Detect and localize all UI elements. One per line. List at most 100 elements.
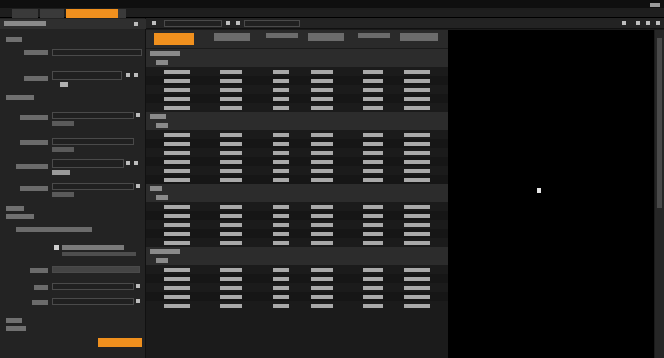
table-row[interactable] bbox=[146, 265, 448, 274]
field-2-input[interactable] bbox=[52, 71, 122, 80]
table-row[interactable] bbox=[146, 157, 448, 166]
table-cell bbox=[164, 142, 190, 146]
table-row[interactable] bbox=[146, 175, 448, 184]
field-6-input[interactable] bbox=[52, 183, 134, 190]
field-4-button[interactable] bbox=[52, 147, 74, 152]
table-row[interactable] bbox=[146, 148, 448, 157]
table-cell bbox=[164, 295, 190, 299]
calendar-icon[interactable] bbox=[136, 284, 140, 288]
table-row[interactable] bbox=[146, 238, 448, 247]
table-subgroup-row[interactable] bbox=[146, 256, 448, 265]
table-cell bbox=[273, 295, 289, 299]
toolbar-icon[interactable] bbox=[152, 21, 156, 25]
field-5-tag[interactable] bbox=[52, 170, 70, 175]
table-group-row[interactable] bbox=[146, 112, 448, 121]
main-toolbar bbox=[146, 18, 664, 29]
section-header-5[interactable] bbox=[6, 318, 22, 323]
field-2-icon[interactable] bbox=[126, 73, 130, 77]
field-3-button[interactable] bbox=[52, 121, 74, 126]
table-cell bbox=[164, 160, 190, 164]
table-group-row[interactable] bbox=[146, 184, 448, 193]
toolbar-icon-3[interactable] bbox=[236, 21, 240, 25]
section-header-2[interactable] bbox=[6, 95, 34, 100]
table-cell bbox=[164, 286, 190, 290]
field-5-icon[interactable] bbox=[126, 161, 130, 165]
table-row[interactable] bbox=[146, 85, 448, 94]
table-cell bbox=[311, 97, 333, 101]
table-row[interactable] bbox=[146, 283, 448, 292]
field-6-icon[interactable] bbox=[136, 184, 140, 188]
table-cell bbox=[404, 295, 430, 299]
tab-1[interactable] bbox=[12, 9, 38, 18]
table-row[interactable] bbox=[146, 274, 448, 283]
toolbar-right-icon-2[interactable] bbox=[636, 21, 640, 25]
table-cell bbox=[164, 205, 190, 209]
table-row[interactable] bbox=[146, 130, 448, 139]
table-cell bbox=[311, 223, 333, 227]
table-cell bbox=[311, 79, 333, 83]
apply-button[interactable] bbox=[98, 338, 142, 347]
tab-2[interactable] bbox=[40, 9, 64, 18]
table-row[interactable] bbox=[146, 76, 448, 85]
table-row[interactable] bbox=[146, 67, 448, 76]
table-cell bbox=[404, 178, 430, 182]
table-group-row[interactable] bbox=[146, 247, 448, 256]
table-subgroup-row[interactable] bbox=[146, 58, 448, 67]
table-subgroup-row[interactable] bbox=[146, 193, 448, 202]
field-7-input[interactable] bbox=[52, 266, 140, 273]
tab-3-active[interactable] bbox=[66, 9, 118, 18]
date-from-input[interactable] bbox=[52, 283, 134, 290]
table-row[interactable] bbox=[146, 292, 448, 301]
table-cell bbox=[363, 205, 383, 209]
table-row[interactable] bbox=[146, 139, 448, 148]
toolbar-icon-2[interactable] bbox=[226, 21, 230, 25]
table-subgroup-label bbox=[156, 195, 168, 200]
table-row[interactable] bbox=[146, 202, 448, 211]
table-cell bbox=[311, 142, 333, 146]
calendar-icon-2[interactable] bbox=[136, 299, 140, 303]
scrollbar-thumb[interactable] bbox=[657, 38, 662, 208]
table-cell bbox=[220, 97, 242, 101]
field-5-icon-2[interactable] bbox=[134, 161, 138, 165]
table-cell bbox=[363, 295, 383, 299]
checkbox[interactable] bbox=[54, 245, 59, 250]
toolbar-search[interactable] bbox=[244, 20, 300, 27]
field-3-icon[interactable] bbox=[136, 113, 140, 117]
section-header-4[interactable] bbox=[6, 214, 34, 219]
left-panel-title bbox=[4, 21, 46, 26]
table-row[interactable] bbox=[146, 229, 448, 238]
panel-settings-icon[interactable] bbox=[134, 22, 138, 26]
table-group-row[interactable] bbox=[146, 49, 448, 58]
tab-close-icon[interactable] bbox=[118, 9, 126, 18]
table-row[interactable] bbox=[146, 94, 448, 103]
date-to-input[interactable] bbox=[52, 298, 134, 305]
table-cell bbox=[363, 151, 383, 155]
field-4-input[interactable] bbox=[52, 138, 134, 145]
toolbar-right-icon-1[interactable] bbox=[622, 21, 626, 25]
table-cell bbox=[273, 151, 289, 155]
toolbar-right-icon-4[interactable] bbox=[656, 21, 660, 25]
table-row[interactable] bbox=[146, 301, 448, 310]
toolbar-right-icon-3[interactable] bbox=[646, 21, 650, 25]
table-cell bbox=[311, 277, 333, 281]
field-1-dropdown[interactable] bbox=[52, 49, 142, 56]
field-5-input[interactable] bbox=[52, 159, 124, 168]
table-row[interactable] bbox=[146, 103, 448, 112]
radio-group[interactable] bbox=[16, 227, 92, 232]
field-6-button[interactable] bbox=[52, 192, 74, 197]
field-3-input[interactable] bbox=[52, 112, 134, 119]
field-2-tag[interactable] bbox=[60, 82, 68, 87]
table-cell bbox=[311, 205, 333, 209]
table-cell bbox=[220, 223, 242, 227]
toolbar-dropdown[interactable] bbox=[164, 20, 222, 27]
table-subgroup-row[interactable] bbox=[146, 121, 448, 130]
table-subgroup-label bbox=[156, 60, 168, 65]
section-header-3[interactable] bbox=[6, 206, 24, 211]
field-2-icon-2[interactable] bbox=[134, 73, 138, 77]
section-header-6[interactable] bbox=[6, 326, 26, 331]
section-header-1[interactable] bbox=[6, 37, 22, 42]
table-cell bbox=[404, 151, 430, 155]
table-row[interactable] bbox=[146, 166, 448, 175]
table-row[interactable] bbox=[146, 211, 448, 220]
table-row[interactable] bbox=[146, 220, 448, 229]
